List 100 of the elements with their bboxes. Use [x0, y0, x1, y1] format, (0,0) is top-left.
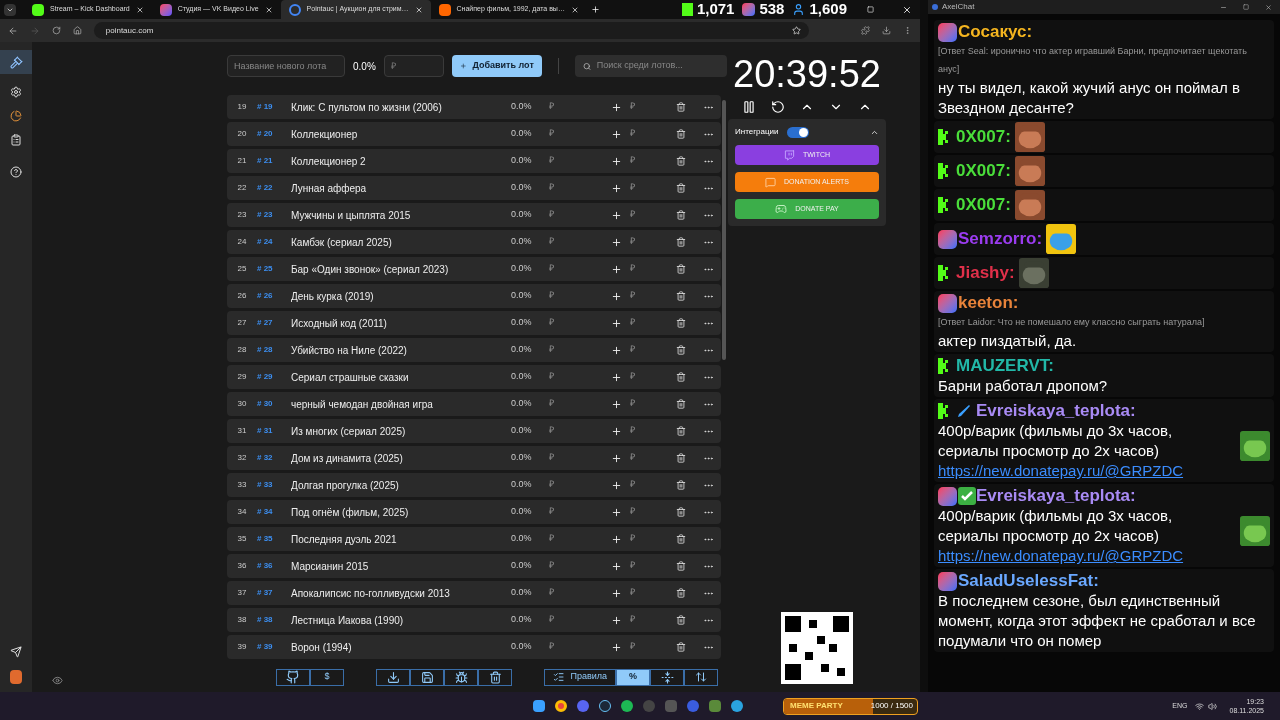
plus-icon[interactable] [611, 128, 622, 140]
maximize-icon[interactable] [1243, 4, 1249, 10]
bid-field[interactable]: ₽ [622, 478, 672, 492]
trash-icon[interactable] [676, 318, 686, 328]
lot-name-field[interactable]: Название нового лота [227, 55, 345, 77]
toolbar-button[interactable] [478, 668, 512, 686]
toolbar-button[interactable] [444, 668, 478, 686]
plus-icon[interactable] [611, 344, 622, 356]
search-field[interactable]: Поиск среди лотов... [574, 55, 727, 77]
pie-chart-icon[interactable] [10, 110, 22, 122]
tab-search-button[interactable] [4, 3, 16, 16]
home-icon[interactable] [72, 26, 82, 35]
help-icon[interactable] [10, 166, 22, 178]
clipboard-icon[interactable] [10, 134, 22, 146]
bid-field[interactable]: ₽ [622, 559, 672, 573]
trash-icon[interactable] [676, 210, 686, 220]
search-input[interactable]: Поиск среди лотов... [596, 59, 719, 73]
address-bar[interactable]: pointauc.com [93, 22, 810, 39]
new-tab-icon[interactable] [590, 5, 600, 14]
trash-icon[interactable] [676, 399, 686, 409]
extensions-icon[interactable] [861, 26, 871, 35]
add-lot-button[interactable]: Добавить лот [451, 55, 542, 77]
plus-icon[interactable] [611, 452, 622, 464]
plus-icon[interactable] [611, 317, 622, 329]
bid-field[interactable]: ₽ [622, 154, 672, 168]
bid-field[interactable]: ₽ [622, 100, 672, 114]
trash-icon[interactable] [676, 372, 686, 382]
bid-field[interactable]: ₽ [622, 532, 672, 546]
toolbar-button[interactable]: % [616, 668, 650, 686]
trash-icon[interactable] [676, 156, 686, 166]
auction-nav-item[interactable] [0, 50, 32, 74]
plus-icon[interactable] [611, 371, 622, 383]
amount-field[interactable]: ₽ [383, 55, 444, 77]
plus-icon[interactable] [611, 587, 622, 599]
bid-field[interactable]: ₽ [622, 586, 672, 600]
wifi-icon[interactable] [1195, 701, 1205, 711]
trash-icon[interactable] [676, 183, 686, 193]
bid-field[interactable]: ₽ [622, 289, 672, 303]
app-icon[interactable] [709, 700, 721, 712]
close-icon[interactable] [264, 5, 273, 14]
plus-icon[interactable] [611, 614, 622, 626]
scrollbar-thumb[interactable] [722, 100, 726, 360]
bid-field[interactable]: ₽ [622, 370, 672, 384]
toolbar-button[interactable] [410, 668, 444, 686]
back-icon[interactable] [8, 25, 18, 36]
volume-icon[interactable] [1208, 701, 1218, 711]
pause-icon[interactable] [742, 100, 756, 114]
toolbar-button[interactable]: $ [310, 668, 344, 686]
plus-icon[interactable] [611, 182, 622, 194]
close-icon[interactable] [902, 4, 912, 15]
plus-icon[interactable] [611, 101, 622, 113]
trash-icon[interactable] [676, 453, 686, 463]
trash-icon[interactable] [676, 615, 686, 625]
restart-icon[interactable] [771, 100, 785, 114]
plus-icon[interactable] [611, 155, 622, 167]
trash-icon[interactable] [676, 264, 686, 274]
close-icon[interactable] [414, 5, 423, 14]
bid-field[interactable]: ₽ [622, 397, 672, 411]
reload-icon[interactable] [51, 26, 61, 35]
trash-icon[interactable] [676, 237, 686, 247]
logo-icon[interactable] [10, 670, 22, 684]
toolbar-button[interactable] [376, 668, 410, 686]
toolbar-button[interactable] [684, 668, 718, 686]
restore-icon[interactable] [867, 6, 874, 13]
bid-field[interactable]: ₽ [622, 262, 672, 276]
bookmark-icon[interactable] [792, 26, 802, 35]
trash-icon[interactable] [676, 534, 686, 544]
trash-icon[interactable] [676, 588, 686, 598]
toolbar-button[interactable] [276, 668, 310, 686]
bid-field[interactable]: ₽ [622, 613, 672, 627]
trash-icon[interactable] [676, 426, 686, 436]
trash-icon[interactable] [676, 129, 686, 139]
close-icon[interactable] [570, 5, 579, 14]
trash-icon[interactable] [676, 642, 686, 652]
trash-icon[interactable] [676, 561, 686, 571]
bid-field[interactable]: ₽ [622, 316, 672, 330]
bid-field[interactable]: ₽ [622, 640, 672, 654]
bid-field[interactable]: ₽ [622, 424, 672, 438]
trash-icon[interactable] [676, 102, 686, 112]
trash-icon[interactable] [676, 507, 686, 517]
integrations-toggle[interactable] [786, 126, 809, 138]
trash-icon[interactable] [676, 480, 686, 490]
eye-icon[interactable] [52, 675, 63, 686]
plus-icon[interactable] [611, 263, 622, 275]
bid-field[interactable]: ₽ [622, 235, 672, 249]
plus-icon[interactable] [611, 425, 622, 437]
app-icon[interactable] [687, 700, 699, 712]
trash-icon[interactable] [676, 345, 686, 355]
plus-icon[interactable] [611, 641, 622, 653]
toolbar-button[interactable]: Правила [544, 668, 616, 686]
plus-icon[interactable] [611, 479, 622, 491]
settings-icon[interactable] [10, 86, 22, 98]
plus-icon[interactable] [611, 290, 622, 302]
link[interactable]: https://new.donatepay.ru/@GRPZDC [938, 461, 1270, 482]
download-icon[interactable] [882, 26, 892, 35]
link[interactable]: https://new.donatepay.ru/@GRPZDC [938, 546, 1270, 567]
bid-field[interactable]: ₽ [622, 343, 672, 357]
bid-field[interactable]: ₽ [622, 451, 672, 465]
plus-icon[interactable] [611, 560, 622, 572]
bid-field[interactable]: ₽ [622, 181, 672, 195]
